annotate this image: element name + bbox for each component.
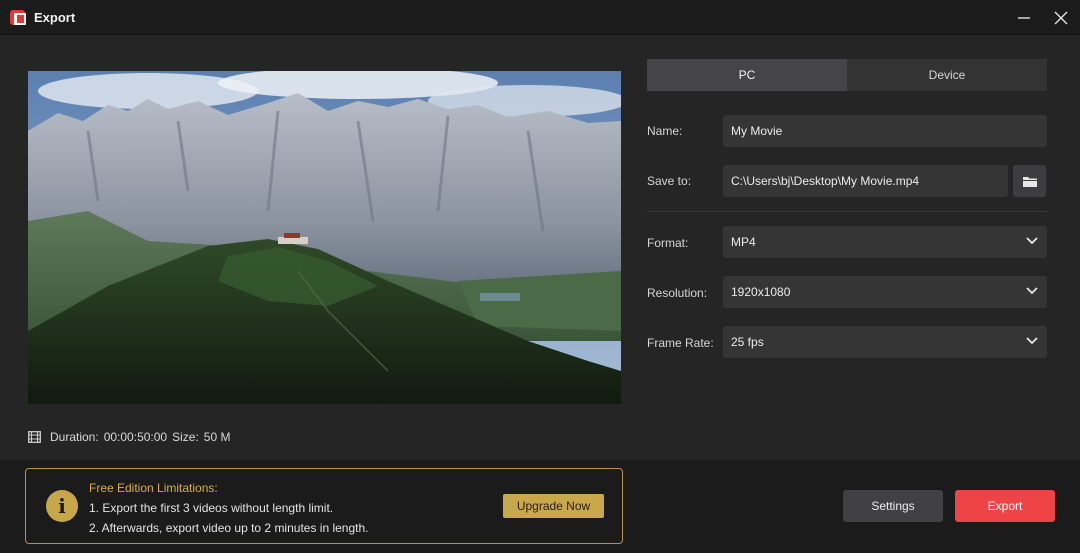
export-button[interactable]: Export: [955, 490, 1055, 522]
name-value: My Movie: [731, 124, 783, 138]
resolution-value: 1920x1080: [731, 285, 791, 299]
settings-button[interactable]: Settings: [843, 490, 943, 522]
info-icon: i: [46, 490, 78, 522]
size-value: 50 M: [203, 430, 231, 444]
save-path-value: C:\Users\bj\Desktop\My Movie.mp4: [731, 174, 920, 188]
window-title: Export: [34, 9, 76, 25]
upgrade-now-button[interactable]: Upgrade Now: [503, 494, 604, 518]
close-icon: [1054, 11, 1068, 25]
notice-line-2: 2. Afterwards, export video up to 2 minu…: [89, 521, 369, 535]
chevron-down-icon: [1026, 237, 1038, 245]
minimize-button[interactable]: [1012, 7, 1036, 29]
resolution-select[interactable]: 1920x1080: [723, 276, 1047, 308]
notice-title: Free Edition Limitations:: [89, 481, 218, 495]
close-button[interactable]: [1049, 7, 1073, 29]
format-value: MP4: [731, 235, 756, 249]
minimize-icon: [1018, 17, 1030, 19]
duration-value: 00:00:50:00: [103, 430, 168, 444]
frame-rate-select[interactable]: 25 fps: [723, 326, 1047, 358]
format-select[interactable]: MP4: [723, 226, 1047, 258]
format-label: Format:: [647, 236, 689, 250]
video-preview: [28, 71, 621, 404]
name-label: Name:: [647, 124, 683, 138]
resolution-label: Resolution:: [647, 286, 708, 300]
free-edition-notice: i Free Edition Limitations: 1. Export th…: [25, 468, 623, 544]
browse-folder-button[interactable]: [1013, 165, 1046, 197]
title-bar: Export: [0, 0, 1080, 35]
folder-icon: [1022, 176, 1037, 187]
export-panel: Duration: 00:00:50:00 Size: 50 M PC Devi…: [0, 35, 1080, 460]
name-input[interactable]: My Movie: [723, 115, 1047, 147]
target-tabs: PC Device: [647, 59, 1047, 91]
film-icon: [28, 431, 41, 443]
tab-pc[interactable]: PC: [647, 59, 847, 91]
export-meta: Duration: 00:00:50:00 Size: 50 M: [28, 430, 235, 444]
save-to-label: Save to:: [647, 174, 692, 188]
footer-bar: i Free Edition Limitations: 1. Export th…: [0, 460, 1080, 553]
frame-rate-value: 25 fps: [731, 335, 764, 349]
size-label: Size:: [172, 430, 199, 444]
app-logo-icon: [10, 9, 26, 25]
notice-line-1: 1. Export the first 3 videos without len…: [89, 501, 334, 515]
save-path-input[interactable]: C:\Users\bj\Desktop\My Movie.mp4: [723, 165, 1008, 197]
duration-label: Duration:: [50, 430, 99, 444]
chevron-down-icon: [1026, 287, 1038, 295]
chevron-down-icon: [1026, 337, 1038, 345]
section-divider: [647, 211, 1047, 212]
preview-image: [28, 71, 621, 404]
tab-device[interactable]: Device: [847, 59, 1047, 91]
frame-rate-label: Frame Rate:: [647, 336, 714, 350]
